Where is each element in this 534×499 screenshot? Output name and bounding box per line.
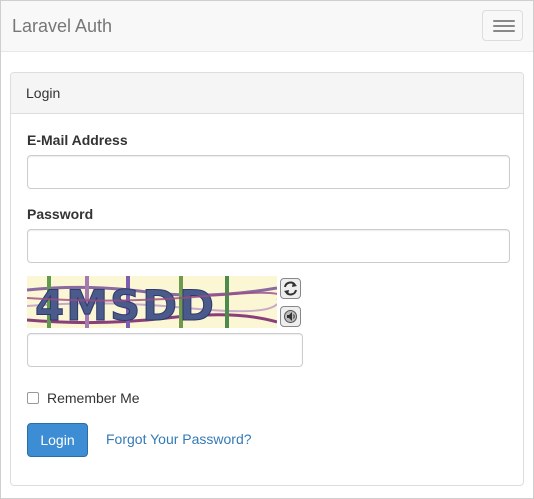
forgot-password-link[interactable]: Forgot Your Password? <box>106 431 252 447</box>
captcha-refresh-button[interactable] <box>280 278 301 299</box>
speaker-icon <box>284 310 297 323</box>
login-button[interactable]: Login <box>27 423 88 457</box>
remember-me-label: Remember Me <box>47 390 140 406</box>
captcha-image: 4MSDD <box>26 276 282 331</box>
navbar: Laravel Auth <box>1 1 533 52</box>
password-label: Password <box>27 206 94 222</box>
brand-link[interactable]: Laravel Auth <box>12 16 112 36</box>
captcha-text: 4MSDD <box>35 281 216 328</box>
remember-me-checkbox[interactable] <box>27 392 39 404</box>
captcha-input[interactable] <box>27 333 303 367</box>
email-label: E-Mail Address <box>27 132 128 148</box>
panel-heading: Login <box>11 73 523 114</box>
captcha-audio-button[interactable] <box>280 306 301 327</box>
password-field[interactable] <box>27 229 510 263</box>
navbar-toggle-button[interactable] <box>482 10 523 41</box>
login-panel: Login E-Mail Address Password 4MSDD Reme… <box>10 72 524 486</box>
email-field[interactable] <box>27 155 510 189</box>
refresh-icon <box>284 281 297 296</box>
